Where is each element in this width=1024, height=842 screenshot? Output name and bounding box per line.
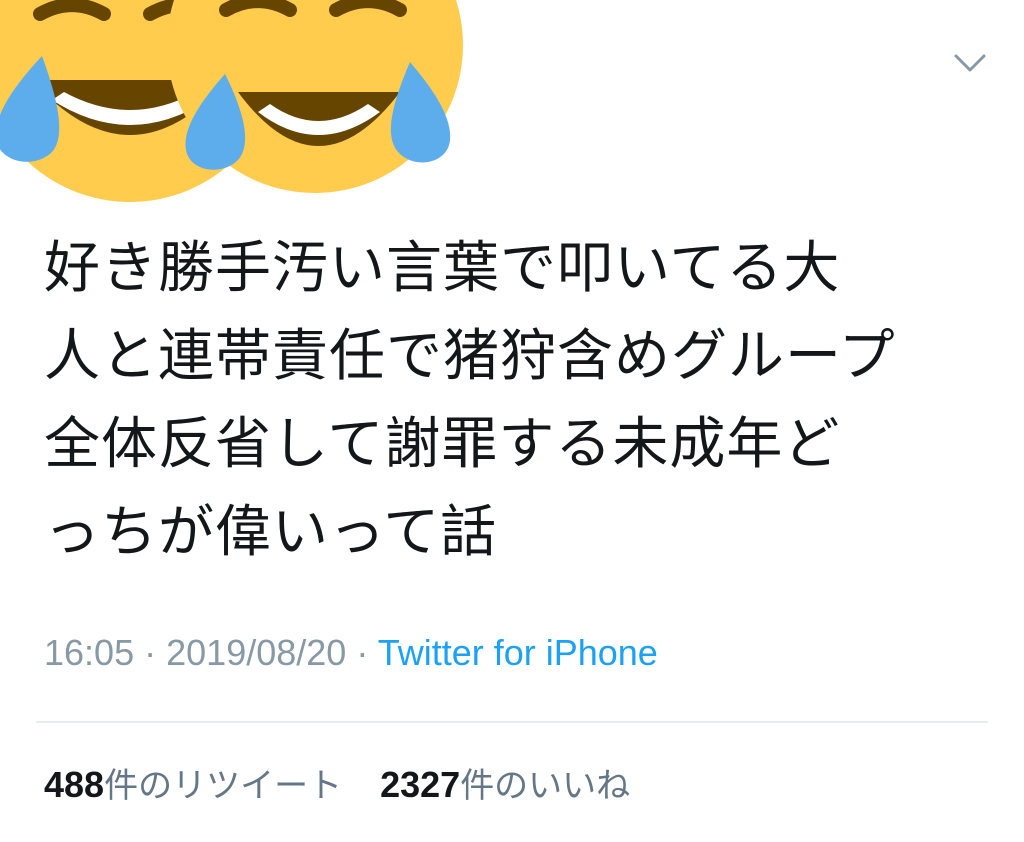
tweet-source-link[interactable]: Twitter for iPhone: [378, 632, 658, 673]
retweets-stat[interactable]: 488件のリツイート: [44, 764, 343, 806]
tweet-stats: 488件のリツイート 2327件のいいね: [44, 758, 658, 807]
tears-of-joy-emoji-icon: [167, 0, 463, 193]
tweet-date[interactable]: 2019/08/20: [166, 632, 346, 673]
tweet-text-line: っちが偉いって話: [44, 500, 498, 565]
tweet-meta: 16:05 · 2019/08/20 · Twitter for iPhone: [44, 632, 658, 674]
like-count: 2327: [380, 764, 461, 805]
divider: [36, 721, 988, 723]
tweet-time[interactable]: 16:05: [44, 632, 134, 673]
tweet-text-line: 好き勝手汚い言葉で叩いてる大: [44, 236, 841, 301]
retweet-label: 件のリツイート: [104, 766, 343, 806]
like-label: 件のいいね: [460, 766, 631, 806]
tweet-text: 好き勝手汚い言葉で叩いてる大 人と連帯責任で猪狩含めグループ 全体反省して謝罪す…: [44, 225, 984, 577]
tweet-text-line: 全体反省して謝罪する未成年ど: [44, 412, 841, 477]
chevron-down-icon[interactable]: [952, 50, 988, 76]
meta-separator: ·: [356, 632, 369, 673]
likes-stat[interactable]: 2327件のいいね: [380, 764, 631, 806]
avatar[interactable]: [0, 0, 470, 205]
meta-separator: ·: [144, 632, 157, 673]
retweet-count: 488: [44, 764, 105, 805]
tweet-text-line: 人と連帯責任で猪狩含めグループ: [44, 324, 896, 389]
